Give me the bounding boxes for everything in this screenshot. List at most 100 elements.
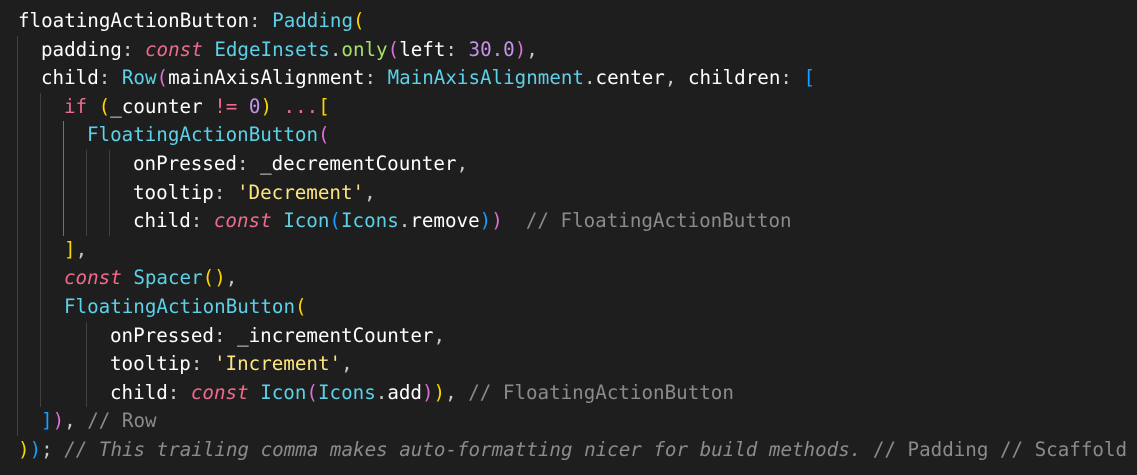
code-editor[interactable]: floatingActionButton: Padding(padding: c…	[0, 0, 1137, 475]
indent-guide	[17, 35, 18, 436]
code-line[interactable]: floatingActionButton: Padding(	[18, 7, 365, 36]
code-token: (	[353, 9, 365, 32]
code-token: ]	[64, 237, 76, 261]
code-token: // FloatingActionButton	[502, 209, 792, 233]
code-token: [	[318, 94, 330, 118]
code-token: !=	[202, 94, 249, 118]
code-token: ,	[664, 66, 688, 90]
code-token: const	[144, 37, 203, 61]
code-token: const	[190, 380, 249, 404]
code-token: ...	[272, 94, 319, 118]
code-token: // This trailing comma makes auto-format…	[52, 438, 862, 461]
code-token: child	[41, 66, 99, 90]
code-line[interactable]: tooltip: 'Increment',	[110, 350, 353, 379]
code-token: )	[433, 380, 446, 404]
code-token: :	[98, 66, 122, 90]
code-line[interactable]: child: const Icon(Icons.remove)) // Floa…	[133, 207, 792, 236]
code-token: )	[18, 438, 30, 461]
code-token: FloatingActionButton	[87, 123, 319, 147]
code-token: // Padding // Scaffold	[861, 438, 1128, 461]
code-token: if	[64, 94, 88, 118]
code-line[interactable]: )); // This trailing comma makes auto-fo…	[18, 436, 1127, 465]
code-token: children	[687, 66, 781, 90]
code-token: 'Increment'	[213, 352, 342, 376]
code-token: onPressed	[110, 323, 214, 347]
code-token: :	[213, 180, 237, 204]
code-token: tooltip	[133, 180, 214, 204]
code-token: onPressed	[133, 152, 237, 175]
code-token: :	[213, 323, 238, 347]
code-token: 0	[248, 94, 261, 118]
code-line[interactable]: const Spacer(),	[64, 264, 237, 293]
code-token: :	[190, 209, 214, 233]
code-token: left	[399, 37, 446, 61]
code-token: _counter	[110, 94, 203, 118]
code-token: :	[167, 380, 191, 404]
code-line[interactable]: ]), // Row	[41, 407, 157, 436]
code-line[interactable]: padding: const EdgeInsets.only(left: 30.…	[41, 36, 538, 65]
code-token: [	[803, 66, 816, 90]
code-token: :	[190, 352, 214, 376]
code-token: )	[29, 438, 42, 461]
code-token: ,	[364, 180, 376, 204]
code-token: )	[52, 409, 65, 433]
code-line[interactable]: onPressed: _decrementCounter,	[133, 150, 468, 179]
code-token: Spacer	[133, 266, 203, 290]
code-token: )	[421, 380, 434, 404]
code-token: (	[387, 37, 400, 61]
code-token: EdgeInsets	[214, 37, 330, 61]
code-token: const	[213, 209, 272, 233]
code-token: .	[583, 66, 596, 90]
code-token: // FloatingActionButton	[468, 380, 734, 404]
code-token: )	[514, 37, 527, 61]
code-token: ,	[445, 380, 469, 404]
code-token: .	[398, 209, 411, 233]
code-token: // Row	[87, 409, 157, 433]
code-line[interactable]: if (_counter != 0) ...[	[64, 93, 330, 122]
code-token: Icons	[340, 209, 399, 233]
code-token: child	[110, 380, 168, 404]
code-line[interactable]: child: const Icon(Icons.add)), // Floati…	[110, 379, 734, 408]
indent-guide	[63, 121, 64, 236]
indent-guide	[86, 150, 87, 236]
code-token: padding	[41, 37, 122, 61]
code-token: .	[375, 380, 388, 404]
code-token: :	[249, 9, 273, 32]
code-token: (	[295, 295, 307, 318]
code-token: )	[260, 94, 272, 118]
indent-guide	[40, 92, 41, 408]
code-token: .	[329, 37, 342, 61]
code-token: ,	[456, 152, 469, 175]
code-token: only	[341, 37, 388, 61]
code-token: :	[780, 66, 804, 90]
code-token: ,	[341, 352, 353, 376]
code-line[interactable]: child: Row(mainAxisAlignment: MainAxisAl…	[41, 64, 815, 93]
code-line[interactable]: tooltip: 'Decrement',	[133, 179, 376, 208]
code-line[interactable]: ],	[64, 236, 87, 265]
code-token: center	[595, 66, 665, 90]
code-token: (	[156, 66, 169, 90]
code-token: 'Decrement'	[236, 180, 365, 204]
code-token: )	[491, 209, 503, 233]
code-token: (	[318, 123, 330, 147]
indent-guide	[86, 321, 87, 408]
code-token: (	[306, 380, 318, 404]
code-token: (	[98, 94, 111, 118]
code-token: _incrementCounter	[237, 323, 434, 347]
code-token: MainAxisAlignment	[387, 66, 584, 90]
code-token: FloatingActionButton	[64, 295, 296, 318]
code-token: remove	[410, 209, 480, 233]
code-token: ,	[225, 266, 238, 290]
code-token: mainAxisAlignment	[168, 66, 365, 90]
code-token: ,	[75, 237, 88, 261]
code-line[interactable]: FloatingActionButton(	[64, 293, 307, 322]
code-token: const	[64, 266, 122, 290]
code-token: tooltip	[110, 352, 191, 376]
code-line[interactable]: FloatingActionButton(	[87, 121, 330, 150]
code-token: )	[479, 209, 492, 233]
code-token: :	[121, 37, 145, 61]
code-token: :	[364, 66, 388, 90]
code-line[interactable]: onPressed: _incrementCounter,	[110, 322, 445, 351]
